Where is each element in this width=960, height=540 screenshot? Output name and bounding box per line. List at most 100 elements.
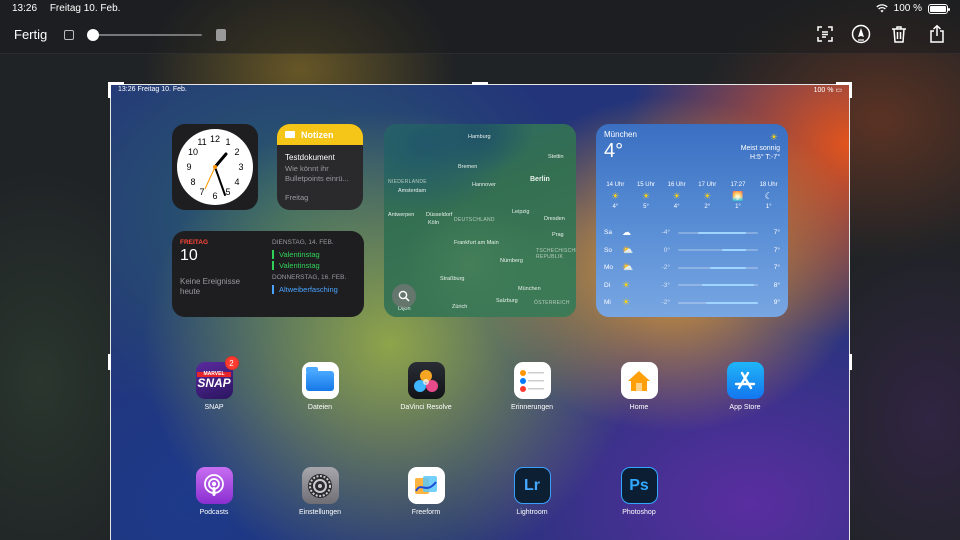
calendar-weekday: FREITAG: [180, 239, 209, 246]
map-label: Prag: [552, 232, 564, 238]
sun-icon: ☀: [622, 279, 631, 290]
app-settings[interactable]: Einstellungen: [285, 467, 355, 516]
note-title: Testdokument: [285, 153, 335, 162]
hour-temp: 1°: [735, 204, 741, 210]
hourly-item: 15 Uhr ☀ 5°: [633, 180, 659, 213]
day-name: Sa: [604, 229, 612, 237]
svg-text:12: 12: [210, 134, 220, 144]
crop-handle-left[interactable]: [108, 354, 111, 370]
app-label: DaVinci Resolve: [400, 404, 452, 411]
settings-app-icon: [301, 467, 339, 504]
notes-widget[interactable]: Notizen Testdokument Wie könnt ihr Bulle…: [277, 124, 363, 210]
day-low: -4°: [661, 229, 670, 237]
temp-range-fill: [706, 301, 758, 304]
share-icon[interactable]: [927, 24, 947, 44]
app-davinci-resolve[interactable]: DaVinci Resolve: [391, 362, 461, 411]
calendar-upcoming-header: DONNERSTAG, 16. FEB.: [272, 274, 347, 281]
app-files[interactable]: Dateien: [285, 362, 355, 411]
day-high: 9°: [773, 299, 780, 307]
day-name: So: [604, 246, 612, 254]
app-label: Photoshop: [622, 509, 656, 516]
maps-widget[interactable]: Hamburg Stettin Bremen Berlin Hannover A…: [384, 124, 576, 317]
app-snap[interactable]: MARVEL SNAP 2 SNAP: [179, 356, 249, 411]
sun-icon: ☀: [672, 191, 681, 201]
day-high: 7°: [773, 229, 780, 237]
temp-range-bar: [678, 266, 758, 269]
temp-range-bar: [678, 301, 758, 304]
crop-handle-top[interactable]: [472, 82, 488, 85]
done-button[interactable]: Fertig: [14, 27, 47, 42]
svg-text:7: 7: [199, 187, 204, 197]
calendar-date: 10: [180, 247, 198, 264]
hour-time: 17 Uhr: [698, 182, 717, 188]
app-label: App Store: [729, 404, 761, 411]
app-label: Erinnerungen: [510, 404, 554, 411]
folder-icon: [285, 131, 295, 138]
svg-text:11: 11: [197, 137, 206, 147]
weather-hilo: H:5° T:-7°: [750, 154, 780, 161]
svg-text:8: 8: [190, 177, 195, 187]
crop-handle-top-left[interactable]: [108, 82, 124, 98]
weather-city: München: [604, 130, 637, 139]
freeform-app-icon: [407, 467, 445, 504]
temp-range-bar: [678, 231, 758, 234]
app-home[interactable]: Home: [604, 362, 674, 411]
screenshot-battery-text: 100 %: [813, 87, 834, 94]
app-reminders[interactable]: Erinnerungen: [497, 362, 567, 411]
hour-time: 17:27: [730, 182, 746, 188]
map-label: ÖSTERREICH: [534, 300, 570, 306]
calendar-no-events: Keine Ereignisse heute: [180, 277, 241, 296]
reminders-app-icon: [513, 362, 551, 399]
scan-text-icon[interactable]: [815, 24, 835, 44]
map-label: Hannover: [472, 182, 496, 188]
opacity-low-icon[interactable]: [64, 30, 74, 40]
trash-icon[interactable]: [889, 24, 909, 44]
snap-logo-text: SNAP: [197, 376, 231, 390]
screenshot-preview[interactable]: 13:26 Freitag 10. Feb. 100 % ▭ 12 1 2 345 …: [110, 84, 850, 540]
sun-icon: ☀: [611, 191, 620, 201]
markup-pen-icon[interactable]: [851, 24, 871, 44]
app-freeform[interactable]: Freeform: [391, 467, 461, 516]
app-lightroom[interactable]: Lr Lightroom: [497, 467, 567, 516]
files-app-icon: [301, 362, 339, 399]
app-photoshop[interactable]: Ps Photoshop: [604, 467, 674, 516]
magnifier-icon: [398, 290, 410, 302]
app-podcasts[interactable]: Podcasts: [179, 467, 249, 516]
day-high: 8°: [773, 281, 780, 289]
sunset-icon: 🌅: [732, 191, 744, 201]
day-low: 0°: [663, 246, 670, 254]
map-label: Salzburg: [496, 298, 518, 304]
map-label: Antwerpen: [388, 212, 415, 218]
partly-cloudy-icon: ⛅: [622, 262, 634, 273]
crop-handle-top-right[interactable]: [836, 82, 852, 98]
crop-handle-right[interactable]: [849, 354, 852, 370]
calendar-widget[interactable]: FREITAG 10 Keine Ereignisse heute DIENST…: [172, 231, 364, 317]
status-bar-left: 13:26 Freitag 10. Feb.: [12, 3, 120, 14]
clock-widget[interactable]: 12 1 2 345 678 9 10 11: [172, 124, 258, 210]
status-time: 13:26: [12, 3, 38, 14]
day-name: Mo: [604, 264, 614, 272]
map-label: Düsseldorf: [426, 212, 453, 218]
hour-temp: 4°: [673, 204, 680, 210]
temp-range-fill: [702, 284, 754, 287]
photoshop-glyph: Ps: [629, 476, 649, 494]
map-search-button[interactable]: [392, 284, 416, 308]
hour-time: 18 Uhr: [759, 182, 778, 188]
calendar-upcoming-header: DIENSTAG, 14. FEB.: [272, 239, 334, 246]
calendar-event: Valentinstag: [272, 250, 320, 259]
temp-range-fill: [722, 249, 746, 252]
opacity-slider[interactable]: [88, 34, 202, 36]
app-label: Home: [629, 404, 649, 411]
app-app-store[interactable]: App Store: [710, 362, 780, 411]
hour-temp: 5°: [643, 204, 649, 210]
map-label: TSCHECHISCHE REPUBLIK: [536, 248, 576, 260]
note-date: Freitag: [285, 193, 309, 202]
davinci-logo-icon: [414, 369, 438, 392]
day-name: Di: [604, 281, 611, 289]
opacity-high-icon[interactable]: [216, 29, 226, 41]
app-label: SNAP: [204, 404, 224, 411]
weather-condition-text: Meist sonnig: [740, 145, 780, 152]
hour-time: 15 Uhr: [636, 182, 655, 188]
hour-temp: 1°: [765, 204, 772, 210]
weather-widget[interactable]: München 4° ☀ Meist sonnig H:5° T:-7° 14 …: [596, 124, 788, 317]
